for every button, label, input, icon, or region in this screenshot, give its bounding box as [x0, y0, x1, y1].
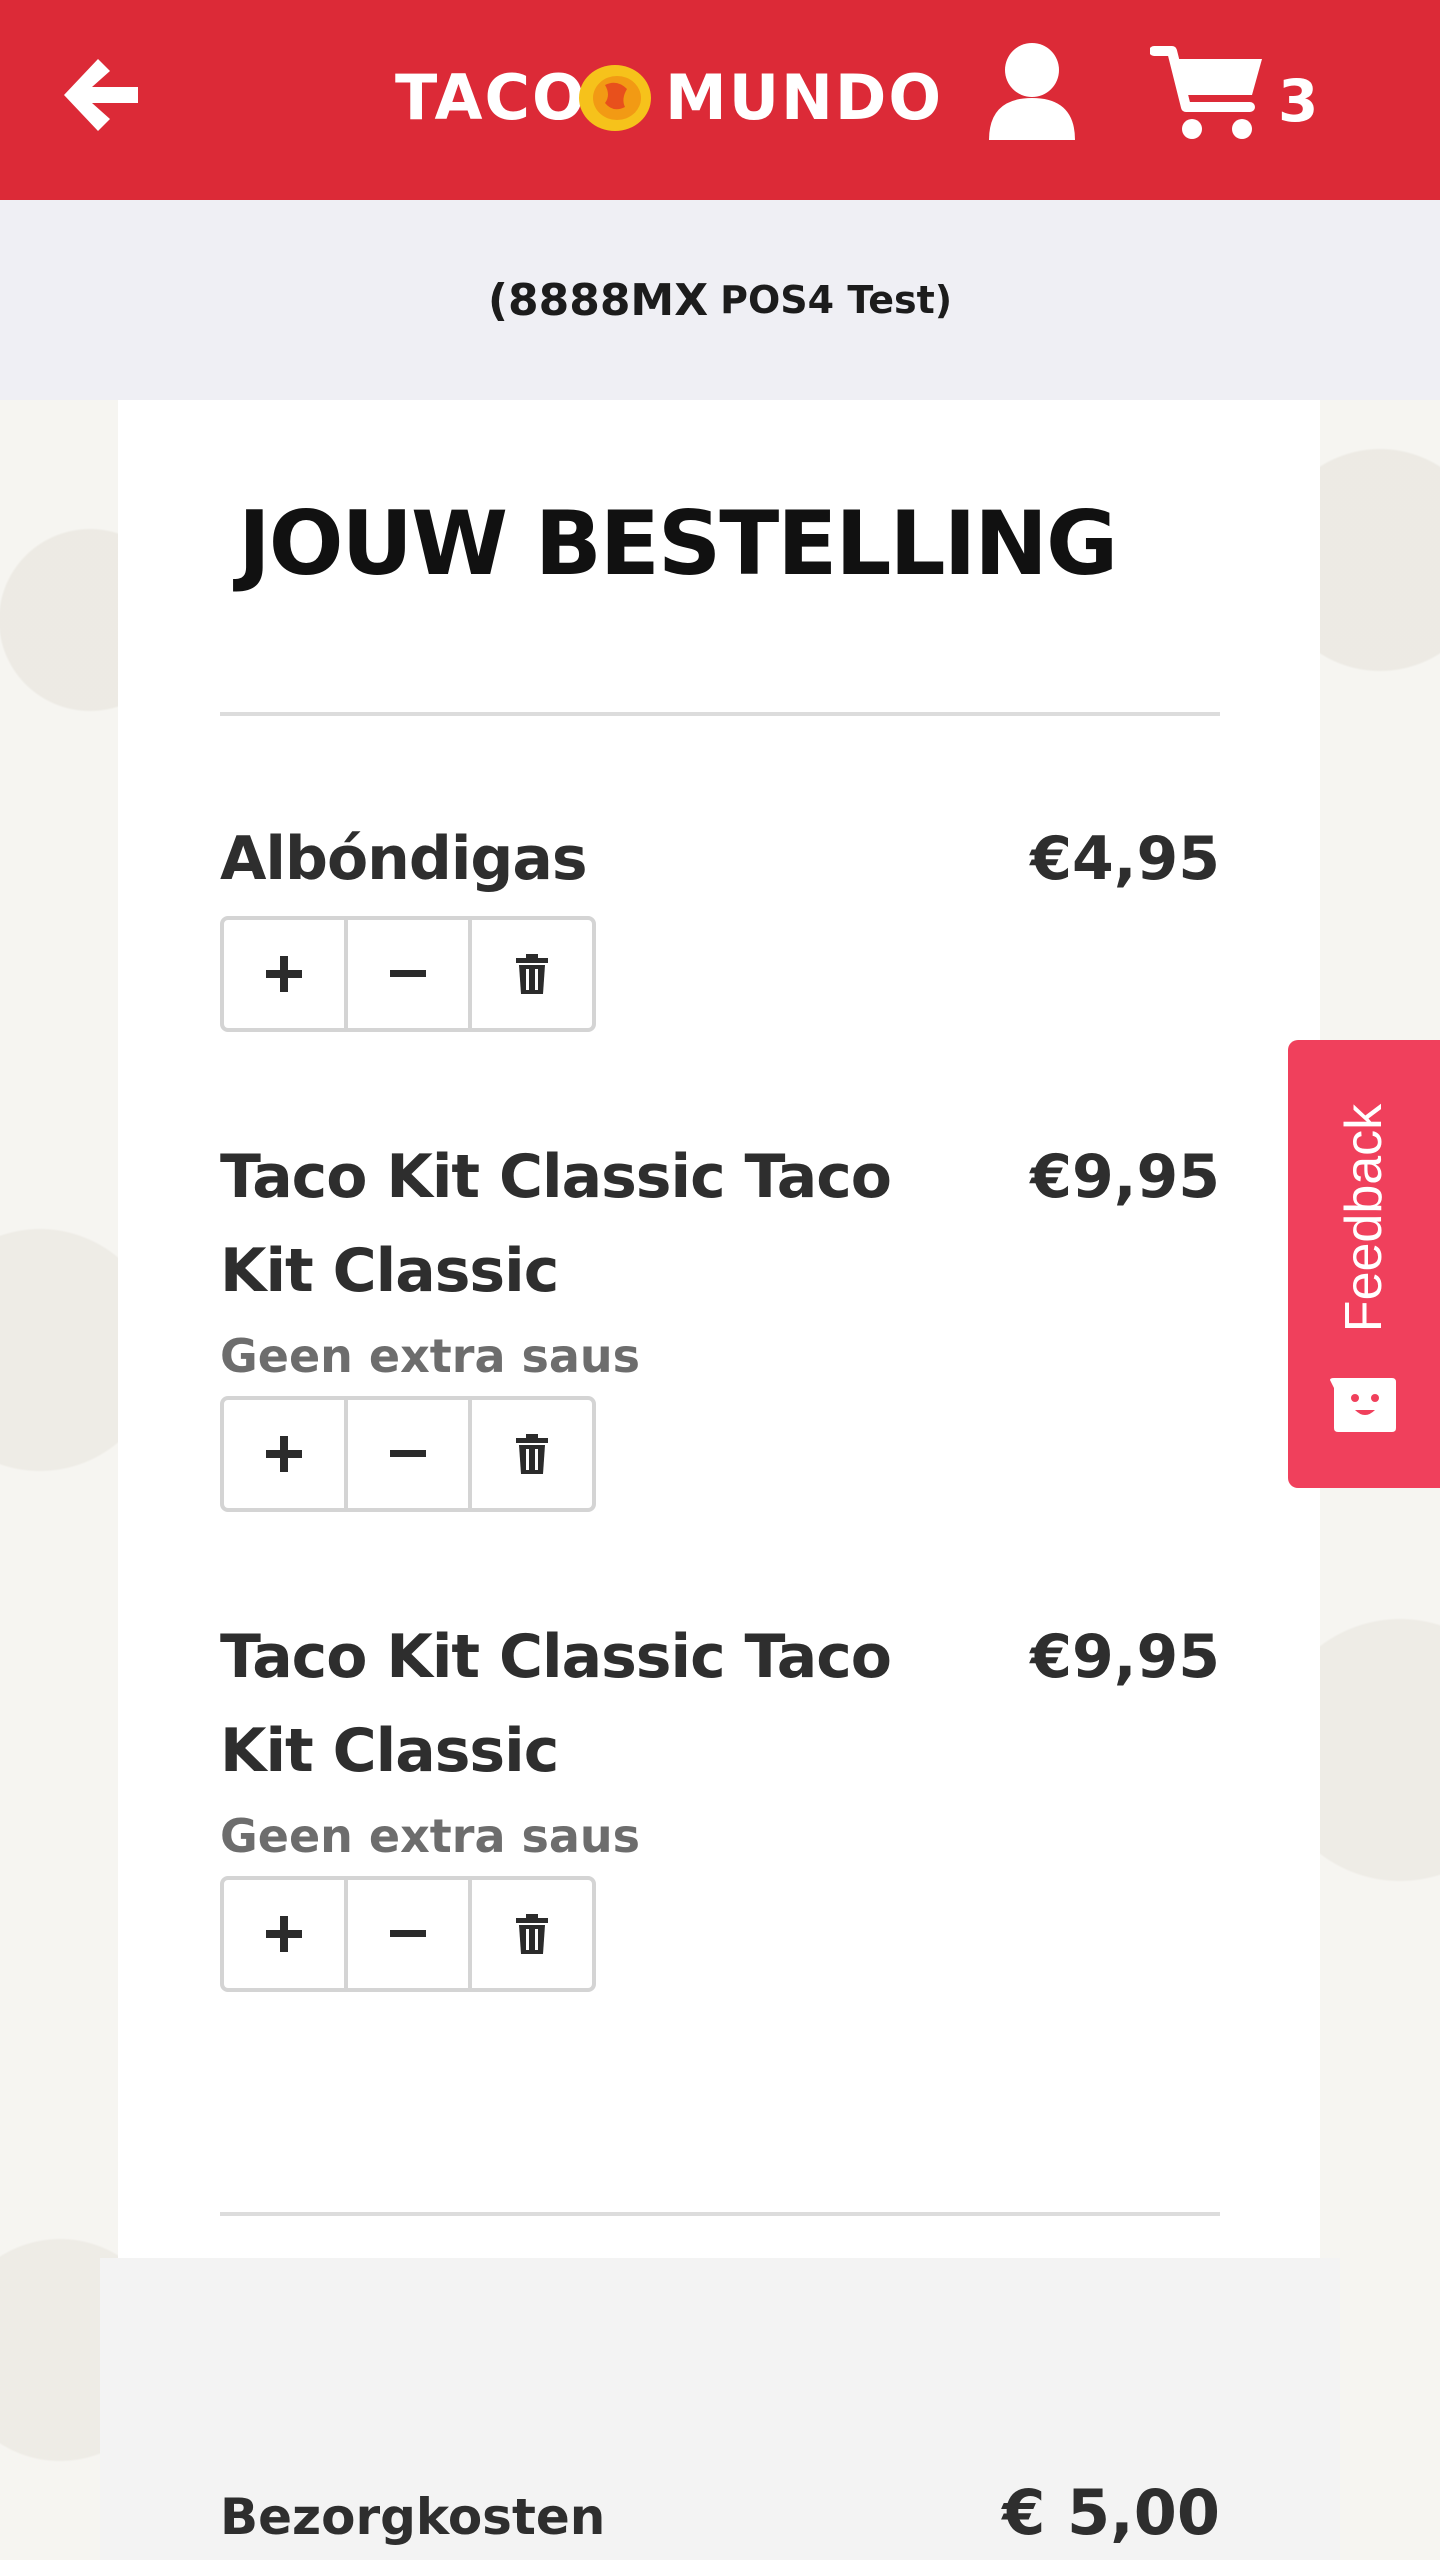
quantity-controls — [220, 916, 596, 1032]
feedback-label: Feedback — [1335, 1103, 1393, 1333]
back-button[interactable] — [50, 45, 150, 145]
delivery-cost-label: Bezorgkosten — [220, 2488, 606, 2546]
page-title: JOUW BESTELLING — [238, 492, 1118, 595]
user-icon — [989, 43, 1075, 140]
trash-icon — [516, 1434, 548, 1474]
remove-item-button[interactable] — [472, 1400, 592, 1508]
account-button[interactable] — [985, 40, 1080, 145]
taco-mundo-logo[interactable]: TACO MUNDO — [395, 58, 941, 138]
plus-icon — [266, 1436, 302, 1472]
trash-icon — [516, 1914, 548, 1954]
top-navigation-bar: TACO MUNDO 3 — [0, 0, 1440, 200]
store-name: POS4 Test) — [720, 278, 953, 322]
postal-code: (8888MX — [487, 274, 709, 326]
logo-text-taco: TACO — [395, 61, 587, 134]
logo-sun-icon — [579, 65, 651, 131]
trash-icon — [516, 954, 548, 994]
remove-item-button[interactable] — [472, 920, 592, 1028]
increase-quantity-button[interactable] — [224, 1880, 348, 1988]
minus-icon — [390, 1930, 426, 1937]
item-price: €9,95 — [1030, 1622, 1220, 1692]
item-name: Taco Kit Classic Taco Kit Classic — [220, 1142, 892, 1306]
decrease-quantity-button[interactable] — [348, 1400, 472, 1508]
minus-icon — [390, 970, 426, 977]
cart-count-badge: 3 — [1278, 67, 1319, 135]
item-option: Geen extra saus — [220, 1329, 641, 1383]
cart-button[interactable]: 3 — [1149, 45, 1380, 145]
item-price: €4,95 — [1030, 824, 1220, 894]
order-item: Taco Kit Classic Taco Kit Classic €9,95 … — [220, 1610, 1220, 2010]
delivery-cost-value: € 5,00 — [1002, 2476, 1220, 2549]
quantity-controls — [220, 1396, 596, 1512]
plus-icon — [266, 956, 302, 992]
decrease-quantity-button[interactable] — [348, 1880, 472, 1988]
order-totals: Bezorgkosten € 5,00 — [100, 2258, 1340, 2560]
order-card: JOUW BESTELLING Albóndigas €4,95 Taco Ki… — [118, 400, 1320, 2260]
logo-text-mundo: MUNDO — [665, 61, 944, 134]
order-item: Albóndigas €4,95 — [220, 812, 1220, 1042]
smiley-icon — [1330, 1378, 1396, 1432]
item-name: Taco Kit Classic Taco Kit Classic — [220, 1622, 892, 1786]
location-bar: (8888MX POS4 Test) — [0, 200, 1440, 400]
increase-quantity-button[interactable] — [224, 920, 348, 1028]
item-name: Albóndigas — [220, 824, 588, 894]
bottom-divider — [220, 2212, 1220, 2216]
order-item: Taco Kit Classic Taco Kit Classic €9,95 … — [220, 1130, 1220, 1530]
quantity-controls — [220, 1876, 596, 1992]
arrow-left-icon — [64, 59, 138, 131]
increase-quantity-button[interactable] — [224, 1400, 348, 1508]
minus-icon — [390, 1450, 426, 1457]
item-price: €9,95 — [1030, 1142, 1220, 1212]
item-option: Geen extra saus — [220, 1809, 641, 1863]
cart-icon — [1149, 46, 1262, 139]
top-divider — [220, 712, 1220, 716]
feedback-tab[interactable]: Feedback — [1288, 1040, 1440, 1488]
decrease-quantity-button[interactable] — [348, 920, 472, 1028]
plus-icon — [266, 1916, 302, 1952]
remove-item-button[interactable] — [472, 1880, 592, 1988]
